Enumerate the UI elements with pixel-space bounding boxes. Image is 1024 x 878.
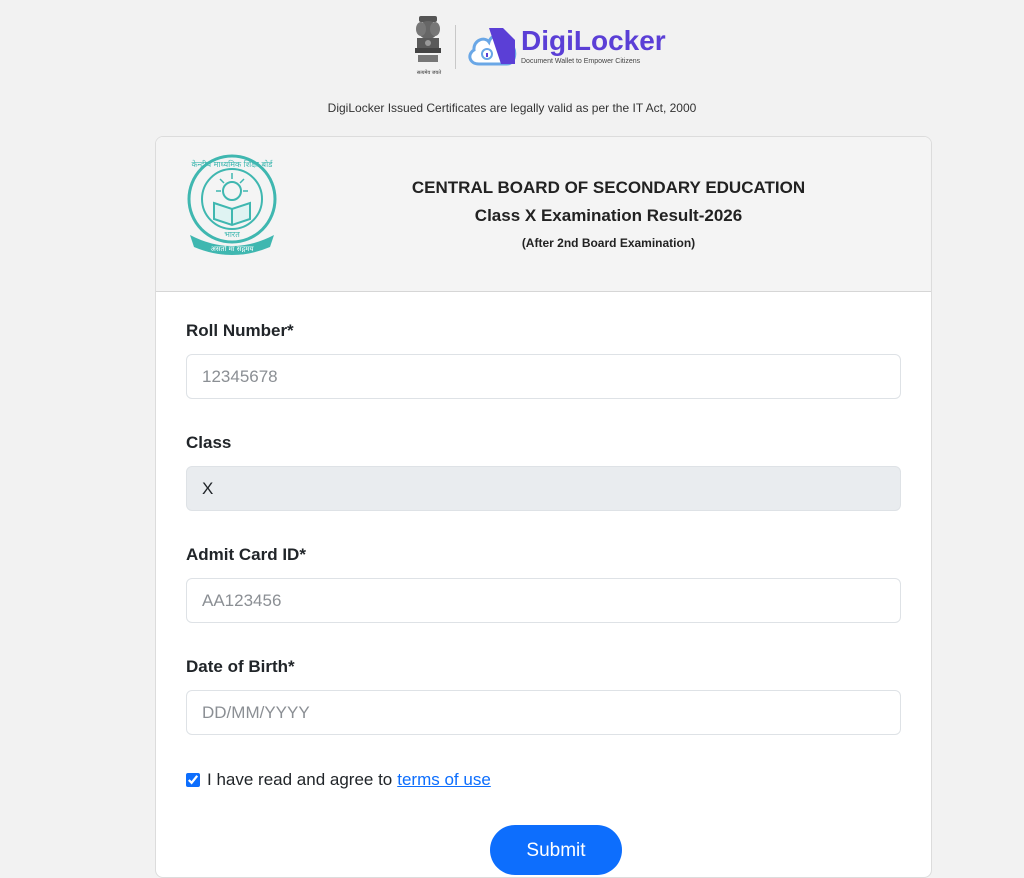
exam-subtitle: (After 2nd Board Examination): [521, 236, 696, 250]
emblem-caption: सत्यमेव जयते: [416, 70, 442, 76]
app-tagline: Document Wallet to Empower Citizens: [521, 57, 641, 65]
board-name: CENTRAL BOARD OF SECONDARY EDUCATION: [411, 178, 806, 197]
terms-of-use-link[interactable]: terms of use: [397, 770, 491, 790]
admit-card-label: Admit Card ID*: [186, 545, 306, 564]
roll-number-input[interactable]: [186, 354, 901, 399]
terms-text: I have read and agree to: [207, 770, 393, 789]
terms-agreement: I have read and agree to terms of use: [186, 770, 491, 790]
terms-checkbox[interactable]: [186, 773, 200, 787]
dob-label: Date of Birth*: [186, 657, 295, 676]
dob-input[interactable]: [186, 690, 901, 735]
digilocker-cloud-icon: [468, 28, 517, 66]
submit-button[interactable]: Submit: [490, 825, 622, 875]
brand-divider: [455, 25, 456, 69]
roll-number-field: Roll Number*: [186, 320, 901, 399]
class-input: [186, 466, 901, 511]
class-label: Class: [186, 433, 232, 452]
result-form-card: केन्द्रीय माध्यमिक शिक्षा बोर्ड भारत असत…: [155, 136, 932, 878]
admit-card-input[interactable]: [186, 578, 901, 623]
card-header: केन्द्रीय माध्यमिक शिक्षा बोर्ड भारत असत…: [156, 137, 931, 292]
cbse-logo-top-text: केन्द्रीय माध्यमिक शिक्षा बोर्ड: [192, 159, 274, 169]
admit-card-field: Admit Card ID*: [186, 544, 901, 623]
dob-field: Date of Birth*: [186, 656, 901, 735]
roll-number-label: Roll Number*: [186, 321, 294, 340]
digilocker-brand: सत्यमेव जयते DigiLocker Document Wallet …: [410, 14, 666, 80]
exam-title: Class X Examination Result-2026: [474, 206, 743, 225]
national-emblem-icon: सत्यमेव जयते: [410, 14, 446, 80]
class-field: Class: [186, 432, 901, 511]
app-name: DigiLocker: [521, 24, 666, 56]
legal-note: DigiLocker Issued Certificates are legal…: [327, 101, 697, 115]
